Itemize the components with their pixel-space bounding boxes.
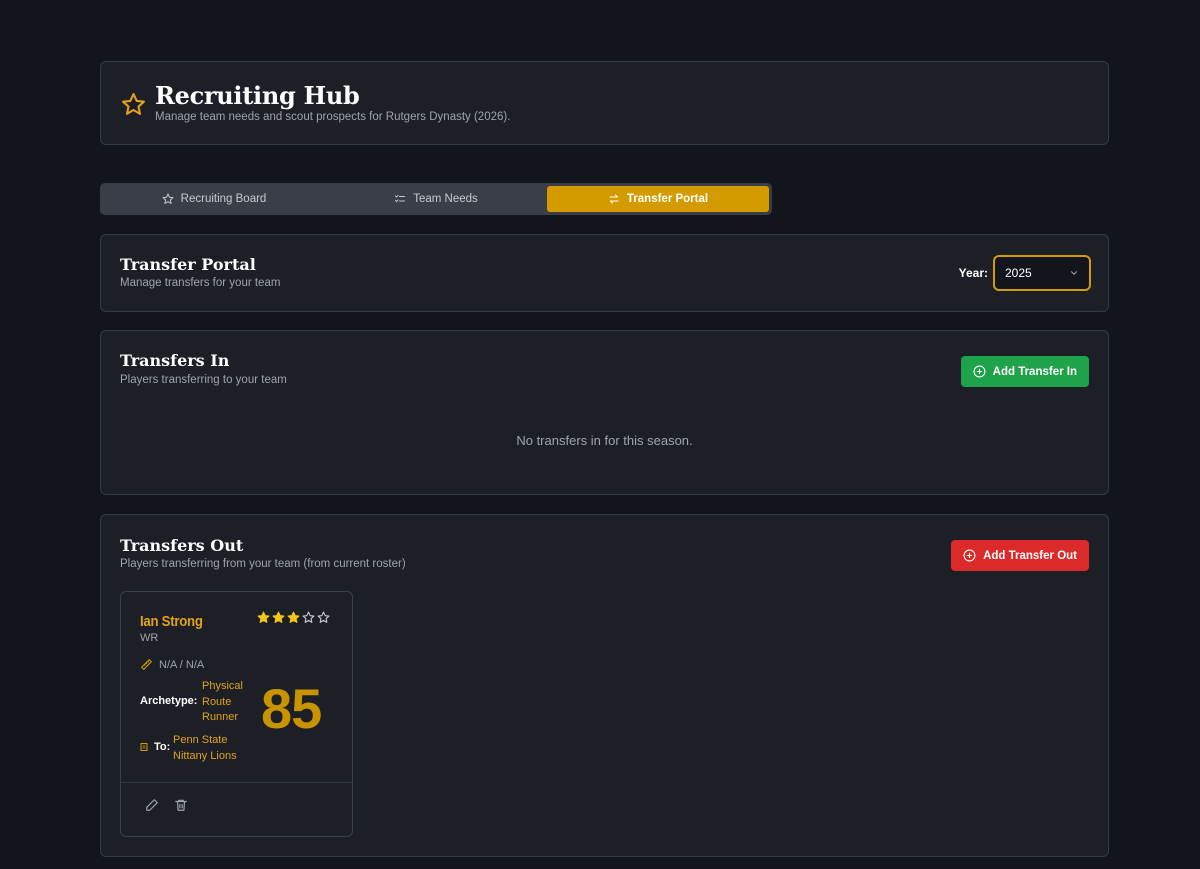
empty-state-text: No transfers in for this season. bbox=[516, 433, 693, 448]
destination-label: To: bbox=[154, 741, 171, 753]
destination-school: Penn State Nittany Lions bbox=[173, 734, 237, 762]
section-subtitle: Manage transfers for your team bbox=[120, 277, 281, 289]
page-title: Recruiting Hub bbox=[155, 81, 360, 110]
tab-recruiting-board[interactable]: Recruiting Board bbox=[103, 186, 325, 212]
plus-circle-icon bbox=[973, 365, 986, 378]
year-label: Year: bbox=[958, 266, 988, 280]
section-subtitle: Players transferring from your team (fro… bbox=[120, 558, 406, 570]
school-icon bbox=[140, 743, 148, 751]
player-height-weight: N/A / N/A bbox=[140, 658, 204, 671]
star-filled-icon bbox=[272, 611, 285, 623]
add-transfer-out-button[interactable]: Add Transfer Out bbox=[951, 540, 1089, 571]
ruler-icon bbox=[141, 659, 152, 670]
list-checks-icon bbox=[395, 195, 406, 203]
year-select[interactable]: 2025 bbox=[993, 255, 1091, 291]
add-transfer-in-button[interactable]: Add Transfer In bbox=[960, 356, 1089, 387]
star-empty-icon bbox=[317, 611, 330, 623]
tab-transfer-portal[interactable]: Transfer Portal bbox=[547, 186, 769, 212]
height-weight-value: N/A / N/A bbox=[159, 658, 205, 671]
arrows-swap-icon bbox=[609, 194, 619, 204]
section-title: Transfers In bbox=[120, 351, 230, 370]
transfer-portal-card: Transfer Portal Manage transfers for you… bbox=[100, 234, 1109, 312]
tab-bar: Recruiting Board Team Needs Transfer Por… bbox=[100, 183, 772, 215]
year-value: 2025 bbox=[1005, 266, 1032, 280]
player-position: WR bbox=[140, 632, 159, 644]
page-header: Recruiting Hub Manage team needs and sco… bbox=[100, 61, 1109, 145]
overall-rating: 85 bbox=[261, 677, 322, 740]
transfers-out-card: Transfers Out Players transferring from … bbox=[100, 514, 1109, 857]
page-subtitle: Manage team needs and scout prospects fo… bbox=[155, 111, 511, 123]
star-filled-icon bbox=[257, 611, 270, 623]
archetype-label: Archetype: bbox=[140, 695, 198, 707]
star-empty-icon bbox=[302, 611, 315, 623]
trash-icon[interactable] bbox=[174, 798, 188, 812]
chevron-down-icon bbox=[1070, 271, 1078, 275]
tab-label: Team Needs bbox=[413, 193, 478, 205]
tab-team-needs[interactable]: Team Needs bbox=[325, 186, 547, 212]
section-title: Transfer Portal bbox=[120, 255, 256, 274]
tab-label: Recruiting Board bbox=[180, 193, 267, 205]
transfers-in-card: Transfers In Players transferring to you… bbox=[100, 330, 1109, 495]
star-icon bbox=[162, 193, 174, 204]
divider bbox=[121, 782, 352, 783]
plus-circle-icon bbox=[963, 549, 976, 562]
section-title: Transfers Out bbox=[120, 536, 244, 555]
edit-icon[interactable] bbox=[145, 798, 159, 812]
section-subtitle: Players transferring to your team bbox=[120, 374, 287, 386]
archetype-value: Physical Route Runner bbox=[202, 680, 243, 723]
player-card[interactable]: Ian Strong WR N/A / N/A Archetype: Physi… bbox=[120, 591, 353, 837]
button-label: Add Transfer Out bbox=[983, 549, 1077, 562]
player-name: Ian Strong bbox=[140, 613, 203, 630]
button-label: Add Transfer In bbox=[992, 365, 1077, 378]
star-rating bbox=[257, 611, 330, 624]
star-filled-icon bbox=[287, 611, 300, 623]
tab-label: Transfer Portal bbox=[626, 193, 709, 205]
star-icon bbox=[122, 93, 145, 115]
